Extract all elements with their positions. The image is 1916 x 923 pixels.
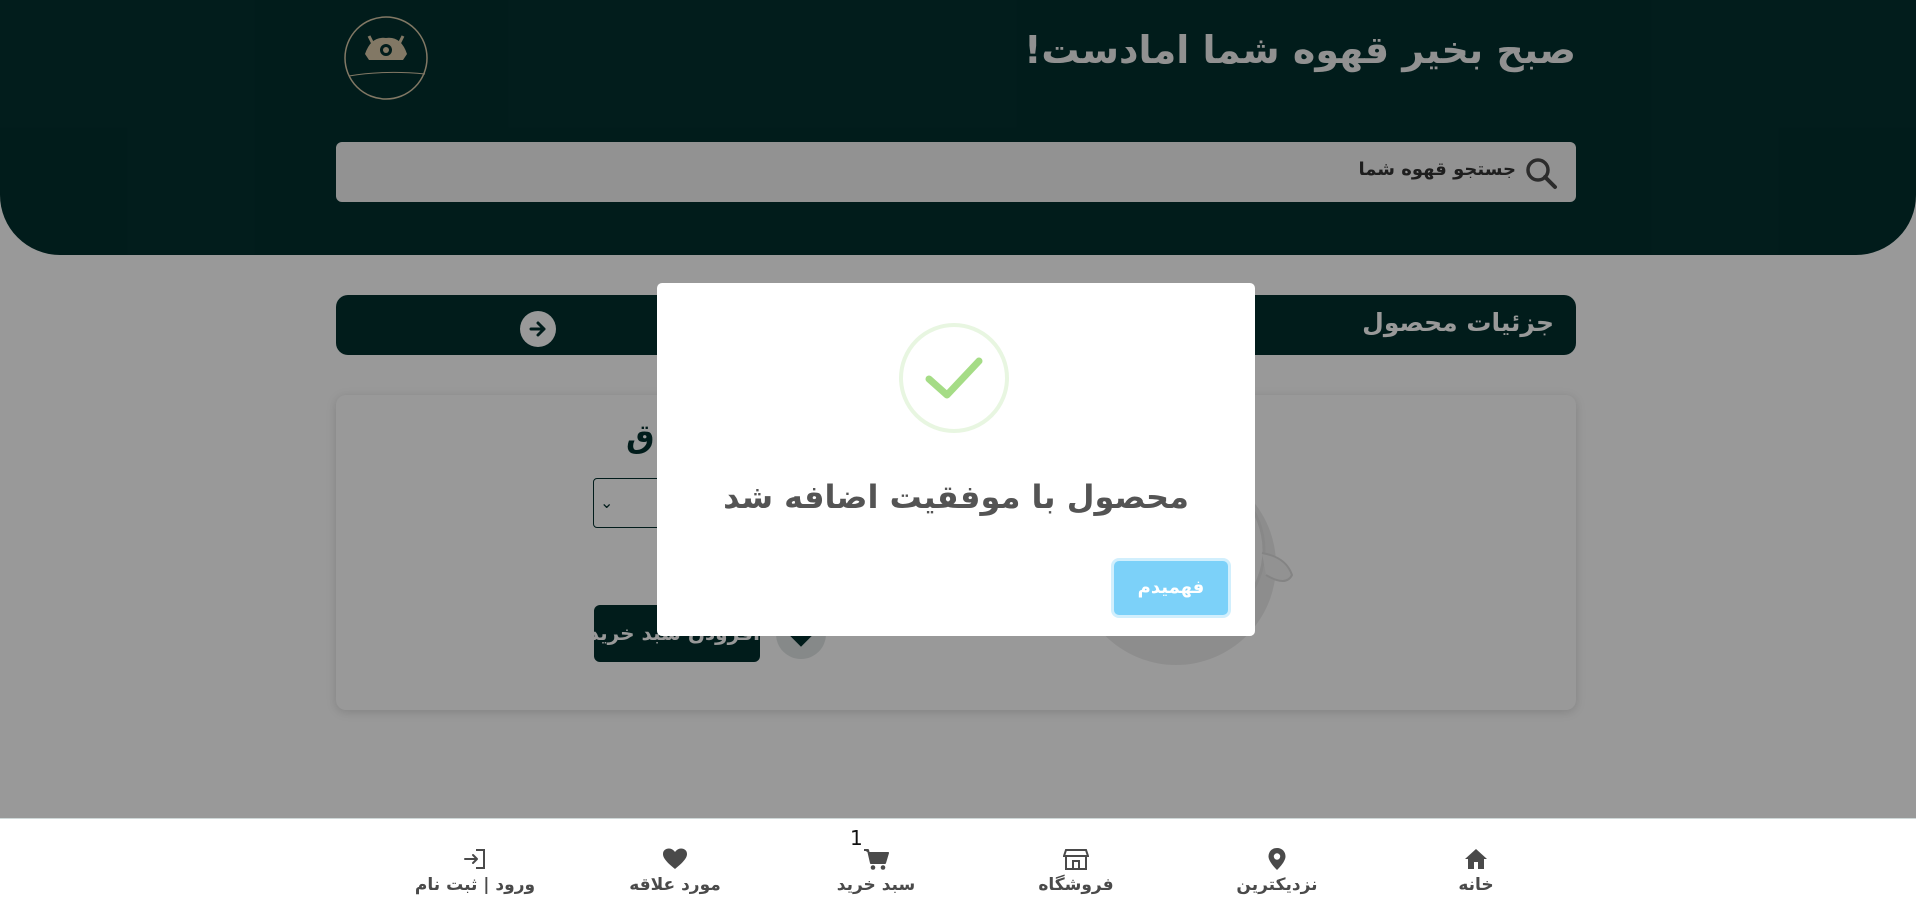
nav-item-nearest[interactable]: نزدیکترین [1207, 847, 1347, 895]
login-icon [464, 849, 485, 869]
location-pin-icon [1268, 848, 1286, 870]
nav-item-cart[interactable]: سبد خرید [806, 847, 946, 895]
dialog-message: محصول با موفقیت اضافه شد [723, 478, 1189, 516]
bottom-navigation: خانه نزدیکترین فروشگاه سبد خرید مورد علا… [0, 818, 1916, 923]
confirm-button[interactable]: فهمیدم [1114, 561, 1228, 615]
cart-count-badge: 1 [850, 826, 863, 850]
success-dialog: محصول با موفقیت اضافه شد فهمیدم [657, 283, 1255, 636]
heart-icon [663, 848, 687, 869]
success-check-icon [899, 323, 1009, 433]
nav-item-store[interactable]: فروشگاه [1006, 847, 1146, 895]
cart-icon [864, 849, 889, 870]
store-icon [1063, 849, 1089, 870]
nav-item-login[interactable]: ورود | ثبت نام [405, 847, 545, 895]
nav-item-home[interactable]: خانه [1406, 847, 1546, 895]
home-icon [1465, 849, 1487, 869]
nav-item-favorites[interactable]: مورد علاقه [605, 847, 745, 895]
